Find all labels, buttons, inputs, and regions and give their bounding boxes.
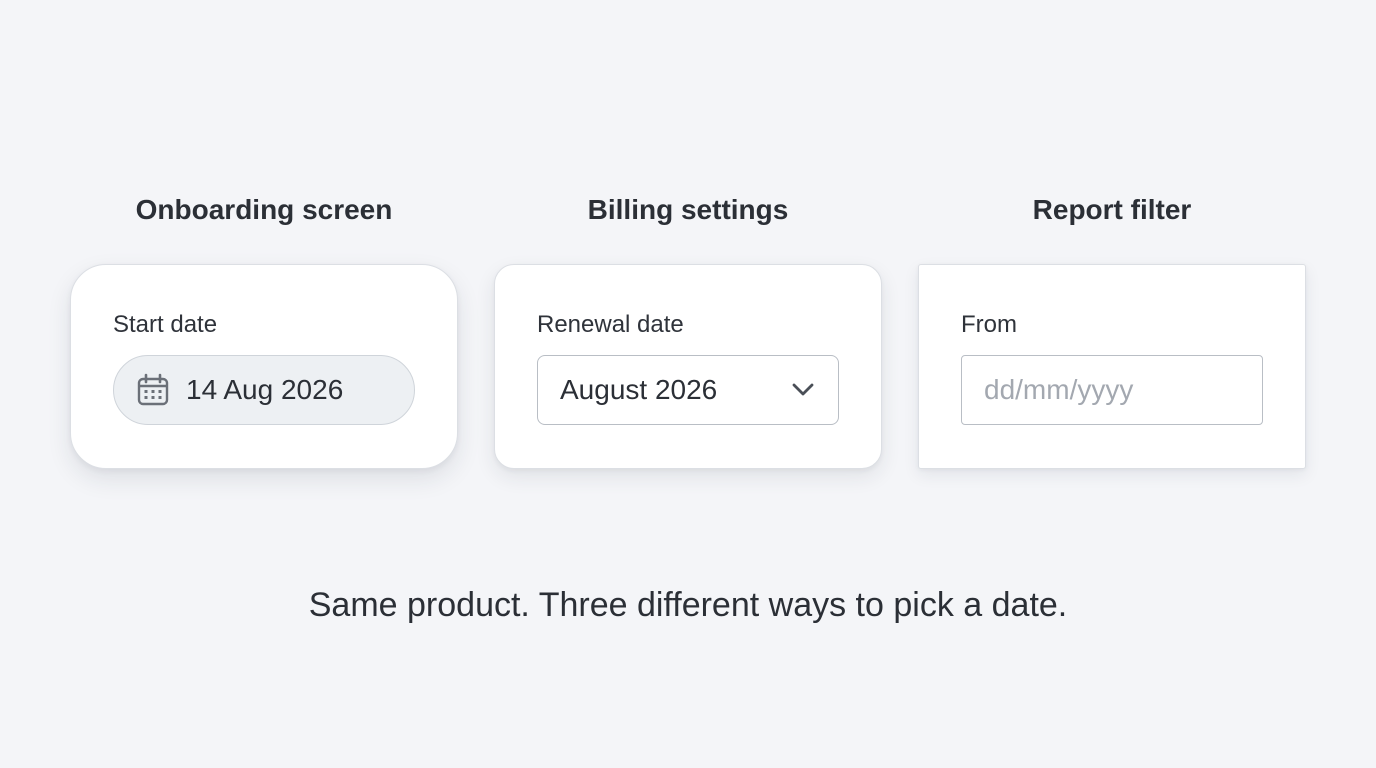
start-date-picker[interactable]: 14 Aug 2026 xyxy=(113,355,415,425)
billing-card: Renewal date August 2026 xyxy=(494,264,882,469)
renewal-date-label: Renewal date xyxy=(537,311,684,338)
start-date-label: Start date xyxy=(113,311,218,338)
renewal-date-value: August 2026 xyxy=(560,374,718,405)
from-date-field xyxy=(961,355,1263,425)
from-label: From xyxy=(961,311,1017,338)
column-title-onboarding: Onboarding screen xyxy=(135,194,393,225)
billing-settings-column: Billing settings Renewal date August 202… xyxy=(494,190,882,469)
report-filter-column: Report filter From xyxy=(918,190,1306,469)
column-title-report: Report filter xyxy=(1032,194,1192,225)
renewal-date-select[interactable]: August 2026 xyxy=(537,355,839,425)
chevron-down-icon xyxy=(790,377,816,403)
caption: Same product. Three different ways to pi… xyxy=(308,586,1068,624)
onboarding-screen-column: Onboarding screen Start date 14 Aug 2026 xyxy=(70,190,458,469)
report-filter-card: From xyxy=(918,264,1306,469)
start-date-value: 14 Aug 2026 xyxy=(186,374,344,405)
column-title-billing: Billing settings xyxy=(587,194,789,225)
calendar-icon xyxy=(136,373,170,407)
onboarding-card: Start date 14 Aug 2026 xyxy=(70,264,458,469)
from-date-input[interactable] xyxy=(984,374,1262,406)
